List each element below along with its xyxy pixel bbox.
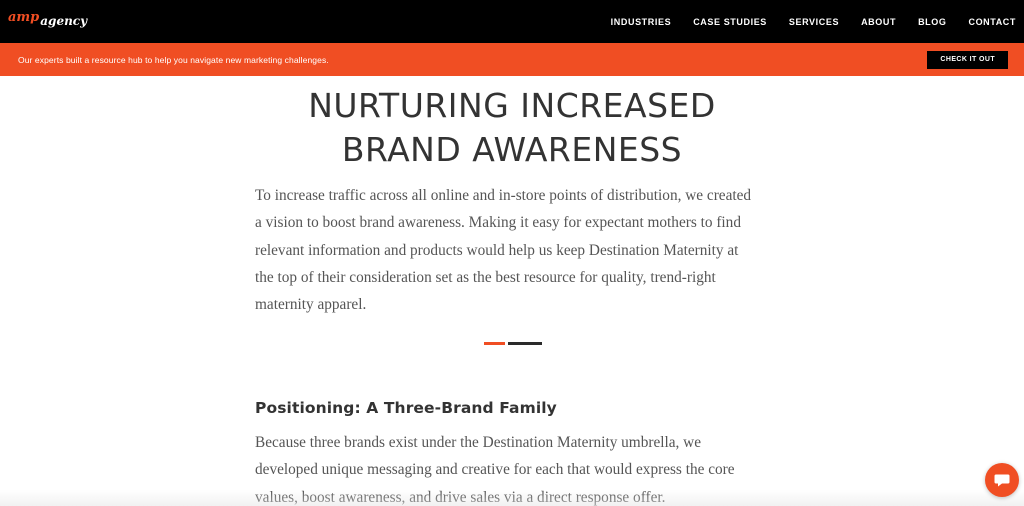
page-title-line-2: BRAND AWARENESS — [341, 130, 683, 169]
nav-about[interactable]: ABOUT — [861, 17, 896, 27]
nav-case-studies[interactable]: CASE STUDIES — [693, 17, 767, 27]
promo-text: Our experts built a resource hub to help… — [18, 54, 329, 65]
promo-banner: Our experts built a resource hub to help… — [0, 43, 1024, 76]
chat-bubble-icon — [994, 474, 1010, 487]
amp-agency-logo[interactable]: amp agency — [8, 11, 88, 28]
nav-contact[interactable]: CONTACT — [968, 17, 1016, 27]
top-navigation: amp agency INDUSTRIES CASE STUDIES SERVI… — [0, 0, 1024, 43]
page-title-line-1: NURTURING INCREASED — [308, 86, 716, 125]
nav-services[interactable]: SERVICES — [789, 17, 839, 27]
page-title: NURTURING INCREASED BRAND AWARENESS — [0, 84, 1024, 172]
section-heading: Positioning: A Three-Brand Family — [255, 399, 557, 417]
chat-button[interactable] — [985, 463, 1019, 497]
check-it-out-button[interactable]: CHECK IT OUT — [927, 50, 1008, 69]
nav-blog[interactable]: BLOG — [918, 17, 946, 27]
main-menu: INDUSTRIES CASE STUDIES SERVICES ABOUT B… — [589, 17, 1016, 27]
nav-industries[interactable]: INDUSTRIES — [611, 17, 672, 27]
divider-accent-orange — [484, 342, 505, 345]
logo-amp-text: amp — [8, 10, 40, 25]
intro-paragraph: To increase traffic across all online an… — [255, 187, 752, 314]
bottom-fade — [0, 490, 1024, 506]
divider-accent-dark — [508, 342, 542, 345]
logo-agency-text: agency — [40, 14, 88, 28]
